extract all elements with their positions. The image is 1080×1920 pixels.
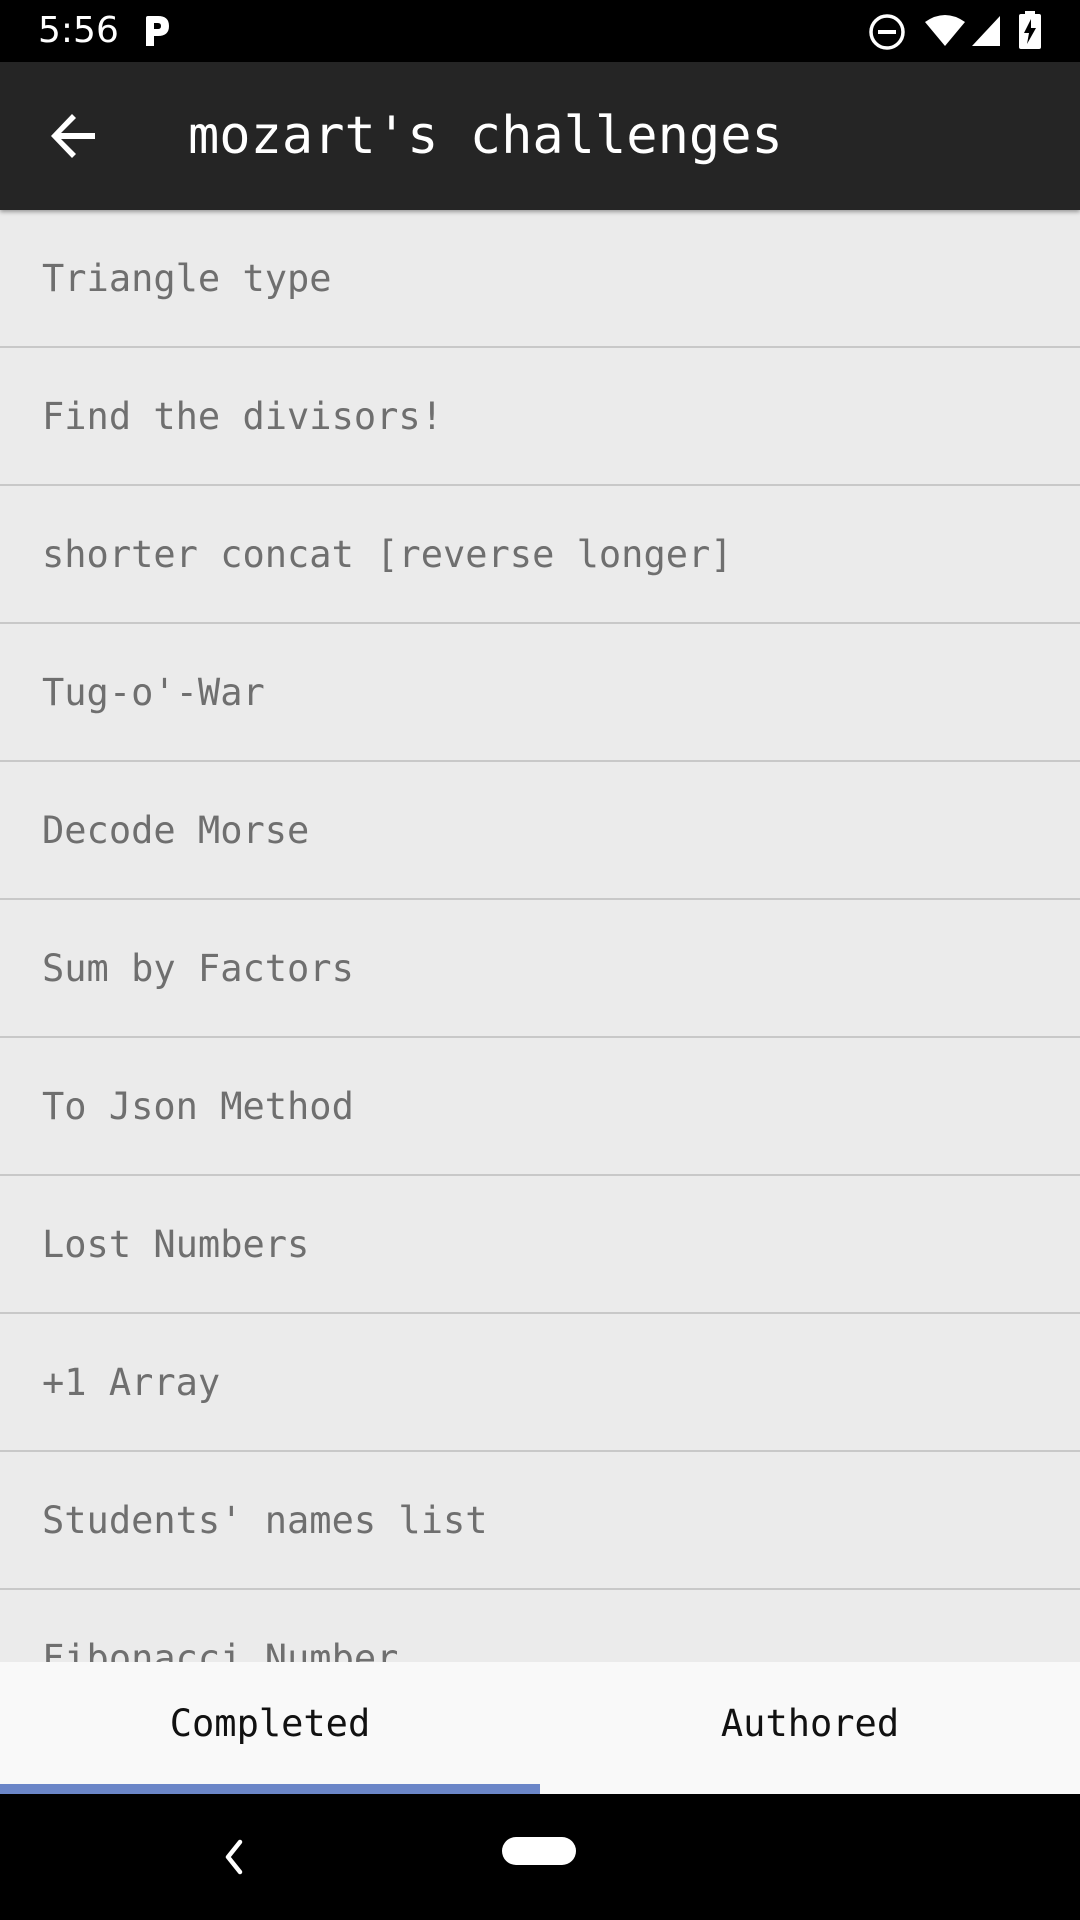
arrow-back-icon (51, 114, 95, 158)
back-button[interactable] (34, 94, 114, 178)
tab-label: Completed (169, 1701, 371, 1745)
tab-authored[interactable]: Authored (540, 1662, 1080, 1794)
tab-label: Authored (720, 1701, 900, 1745)
list-item[interactable]: +1 Array (0, 1314, 1080, 1452)
signal-icon (972, 16, 1000, 46)
status-bar: 5:56 (0, 0, 1080, 62)
tab-indicator (0, 1784, 540, 1794)
home-pill-icon[interactable] (502, 1837, 576, 1865)
list-item[interactable]: To Json Method (0, 1038, 1080, 1176)
battery-charging-icon (1019, 11, 1041, 49)
tab-bar: Completed Authored (0, 1662, 1080, 1794)
tab-completed[interactable]: Completed (0, 1662, 540, 1794)
page-title: mozart's challenges (188, 106, 783, 166)
list-item[interactable]: Lost Numbers (0, 1176, 1080, 1314)
list-item[interactable]: Decode Morse (0, 762, 1080, 900)
list-item[interactable]: shorter concat [reverse longer] (0, 486, 1080, 624)
list-item[interactable]: Sum by Factors (0, 900, 1080, 1038)
challenge-list[interactable]: Triangle type Find the divisors! shorter… (0, 210, 1080, 1662)
list-item[interactable]: Triangle type (0, 210, 1080, 348)
list-item[interactable]: Fibonacci Number (0, 1590, 1080, 1662)
nav-back-icon[interactable] (214, 1832, 254, 1882)
parking-icon (146, 16, 169, 46)
status-time: 5:56 (38, 10, 119, 51)
app-bar: mozart's challenges (0, 62, 1080, 210)
list-item[interactable]: Students' names list (0, 1452, 1080, 1590)
list-item[interactable]: Find the divisors! (0, 348, 1080, 486)
nav-bar (0, 1794, 1080, 1920)
do-not-disturb-icon (869, 14, 905, 50)
list-item[interactable]: Tug-o'-War (0, 624, 1080, 762)
wifi-icon (925, 15, 965, 46)
